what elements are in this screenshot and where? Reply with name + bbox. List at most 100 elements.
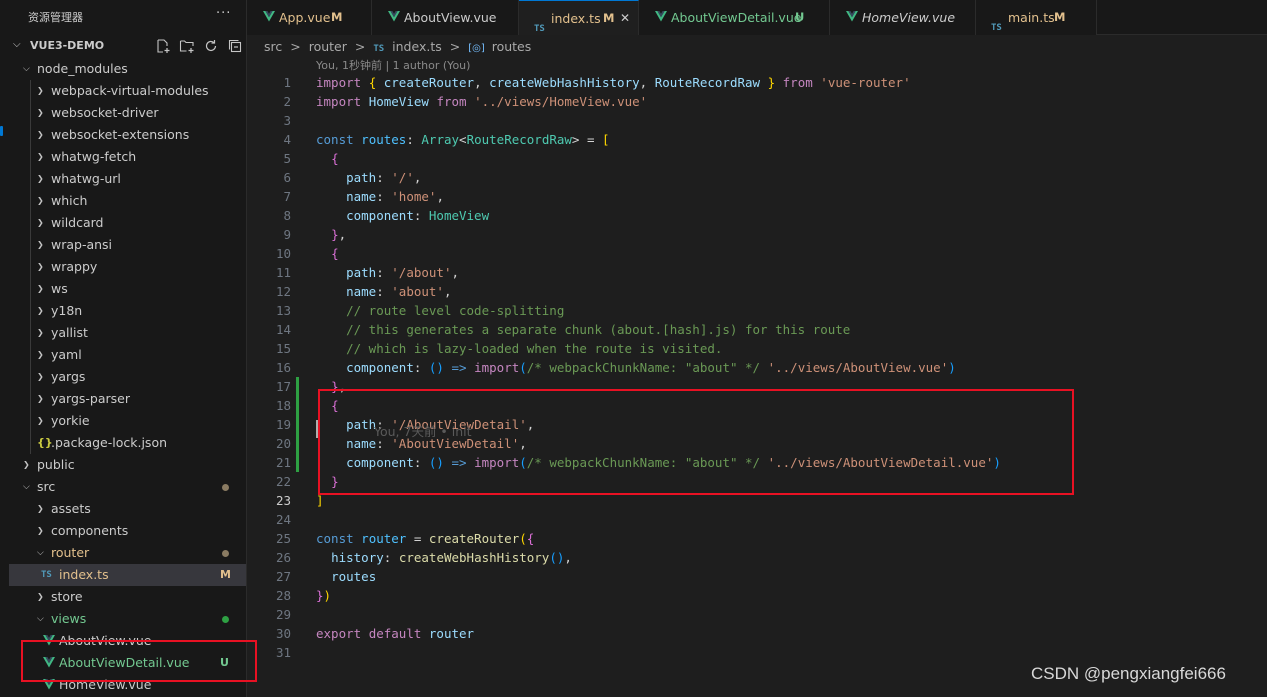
- chevron-right-icon: ❯: [37, 284, 44, 293]
- tab-git-status: M: [1054, 10, 1066, 24]
- code-token: '/': [391, 170, 414, 185]
- chevron-right-icon: ❯: [37, 218, 44, 227]
- new-folder-icon[interactable]: [179, 38, 195, 54]
- vue-file-icon: [655, 11, 667, 22]
- new-file-icon[interactable]: [155, 38, 171, 54]
- code-editor[interactable]: 1 import { createRouter, createWebHashHis…: [247, 73, 1267, 697]
- folder-item[interactable]: ❯ wrap-ansi: [9, 234, 246, 256]
- file-item[interactable]: TS index.ts M: [9, 564, 246, 586]
- code-token: :: [376, 189, 392, 204]
- tab-main-ts[interactable]: TS main.ts M: [976, 0, 1097, 35]
- code-line: const routes: Array<RouteRecordRaw> = [: [316, 130, 610, 149]
- code-token: // which is lazy-loaded when the route i…: [346, 341, 723, 356]
- chevron-right-icon: ❯: [37, 526, 44, 535]
- folder-item[interactable]: ❯ yorkie: [9, 410, 246, 432]
- code-token: routes: [331, 569, 377, 584]
- chevron-down-icon: ⌵: [37, 614, 44, 624]
- folder-item[interactable]: ❯ whatwg-url: [9, 168, 246, 190]
- tree-item-label: node_modules: [37, 61, 128, 76]
- folder-item[interactable]: ❯ websocket-driver: [9, 102, 246, 124]
- line-number: 29: [275, 607, 291, 622]
- folder-item[interactable]: ❯ yargs-parser: [9, 388, 246, 410]
- code-line: name: 'home',: [316, 187, 444, 206]
- tab-index-ts[interactable]: TS index.ts M ✕: [519, 0, 639, 35]
- tab-aboutview-vue[interactable]: AboutView.vue: [372, 0, 519, 35]
- chevron-right-icon: ❯: [37, 504, 44, 513]
- folder-item[interactable]: ❯ ws: [9, 278, 246, 300]
- code-token: =>: [451, 360, 467, 375]
- folder-item[interactable]: ❯ y18n: [9, 300, 246, 322]
- tree-item-label: yargs: [51, 369, 86, 384]
- tree-item-label: wrappy: [51, 259, 98, 274]
- line-number: 20: [275, 436, 291, 451]
- collapse-all-icon[interactable]: [227, 38, 243, 54]
- typescript-file-icon: TS: [991, 23, 1002, 33]
- project-section-header[interactable]: ⌵ VUE3-DEMO: [9, 36, 246, 58]
- file-item[interactable]: {} .package-lock.json: [9, 432, 246, 454]
- tab-label: index.ts: [551, 11, 601, 26]
- folder-item[interactable]: ❯ wildcard: [9, 212, 246, 234]
- folder-item[interactable]: ❯ store: [9, 586, 246, 608]
- folder-item[interactable]: ❯ public: [9, 454, 246, 476]
- line-number: 7: [283, 189, 291, 204]
- code-token: {: [331, 151, 339, 166]
- tab-homeview-vue[interactable]: HomeView.vue: [830, 0, 976, 35]
- code-token: RouteRecordRaw: [466, 132, 572, 147]
- code-line: // which is lazy-loaded when the route i…: [316, 339, 722, 358]
- code-line: },: [316, 225, 346, 244]
- breadcrumb-file[interactable]: index.ts: [392, 39, 442, 54]
- refresh-icon[interactable]: [203, 38, 219, 54]
- chevron-right-icon: ❯: [37, 416, 44, 425]
- folder-item[interactable]: ❯ yargs: [9, 366, 246, 388]
- chevron-down-icon: ⌵: [37, 548, 44, 558]
- symbol-variable-icon: [◎]: [468, 43, 485, 54]
- chevron-right-icon: ❯: [23, 460, 30, 469]
- breadcrumb-src[interactable]: src: [264, 39, 282, 54]
- code-token: component: [346, 208, 414, 223]
- code-token: 'home': [391, 189, 437, 204]
- folder-item[interactable]: ⌵ node_modules: [9, 58, 246, 80]
- codelens-blame[interactable]: You, 1秒钟前 | 1 author (You): [316, 58, 470, 74]
- highlight-box-new-file: [21, 640, 257, 682]
- tab-app-vue[interactable]: App.vue M: [247, 0, 372, 35]
- folder-item[interactable]: ❯ websocket-extensions: [9, 124, 246, 146]
- folder-item[interactable]: ❯ wrappy: [9, 256, 246, 278]
- line-number: 1: [283, 75, 291, 90]
- code-token: createRouter: [383, 75, 475, 90]
- folder-item[interactable]: ❯ assets: [9, 498, 246, 520]
- tab-aboutviewdetail-vue[interactable]: AboutViewDetail.vue U: [639, 0, 830, 35]
- folder-item[interactable]: ❯ which: [9, 190, 246, 212]
- chevron-right-icon: ❯: [37, 174, 44, 183]
- explorer-actions: [155, 38, 243, 54]
- folder-item[interactable]: ❯ webpack-virtual-modules: [9, 80, 246, 102]
- close-icon[interactable]: ✕: [620, 1, 630, 36]
- code-token: router: [361, 531, 407, 546]
- tree-item-label: index.ts: [59, 567, 109, 582]
- tree-item-label: whatwg-url: [51, 171, 121, 186]
- chevron-down-icon: ⌵: [13, 39, 21, 50]
- code-token: {: [526, 531, 535, 546]
- tree-item-label: src: [37, 479, 56, 494]
- line-number: 24: [275, 512, 291, 527]
- folder-item[interactable]: ⌵ views: [9, 608, 246, 630]
- breadcrumb-router[interactable]: router: [309, 39, 347, 54]
- folder-item[interactable]: ⌵ src: [9, 476, 246, 498]
- tab-label: App.vue: [279, 10, 331, 25]
- file-tree: ⌵ node_modules ❯ webpack-virtual-modules ❯ we…: [9, 58, 246, 696]
- folder-item[interactable]: ❯ whatwg-fetch: [9, 146, 246, 168]
- more-actions-icon[interactable]: ···: [216, 6, 231, 21]
- folder-item[interactable]: ❯ yaml: [9, 344, 246, 366]
- vue-file-icon: [388, 11, 400, 22]
- chevron-right-icon: ❯: [37, 130, 44, 139]
- folder-item[interactable]: ⌵ router: [9, 542, 246, 564]
- breadcrumb-symbol[interactable]: routes: [492, 39, 532, 54]
- folder-item[interactable]: ❯ components: [9, 520, 246, 542]
- code-line: path: '/about',: [316, 263, 459, 282]
- folder-item[interactable]: ❯ yallist: [9, 322, 246, 344]
